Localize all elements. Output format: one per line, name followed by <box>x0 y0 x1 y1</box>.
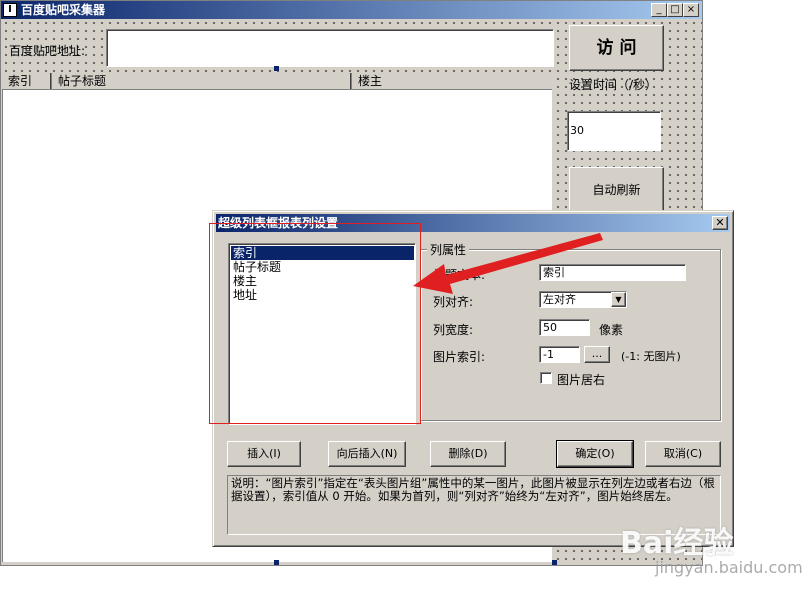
red-arrow-icon <box>413 233 603 294</box>
watermark-url: jingyan.baidu.com <box>655 558 803 577</box>
watermark-logo: Bai经验 <box>620 526 734 561</box>
